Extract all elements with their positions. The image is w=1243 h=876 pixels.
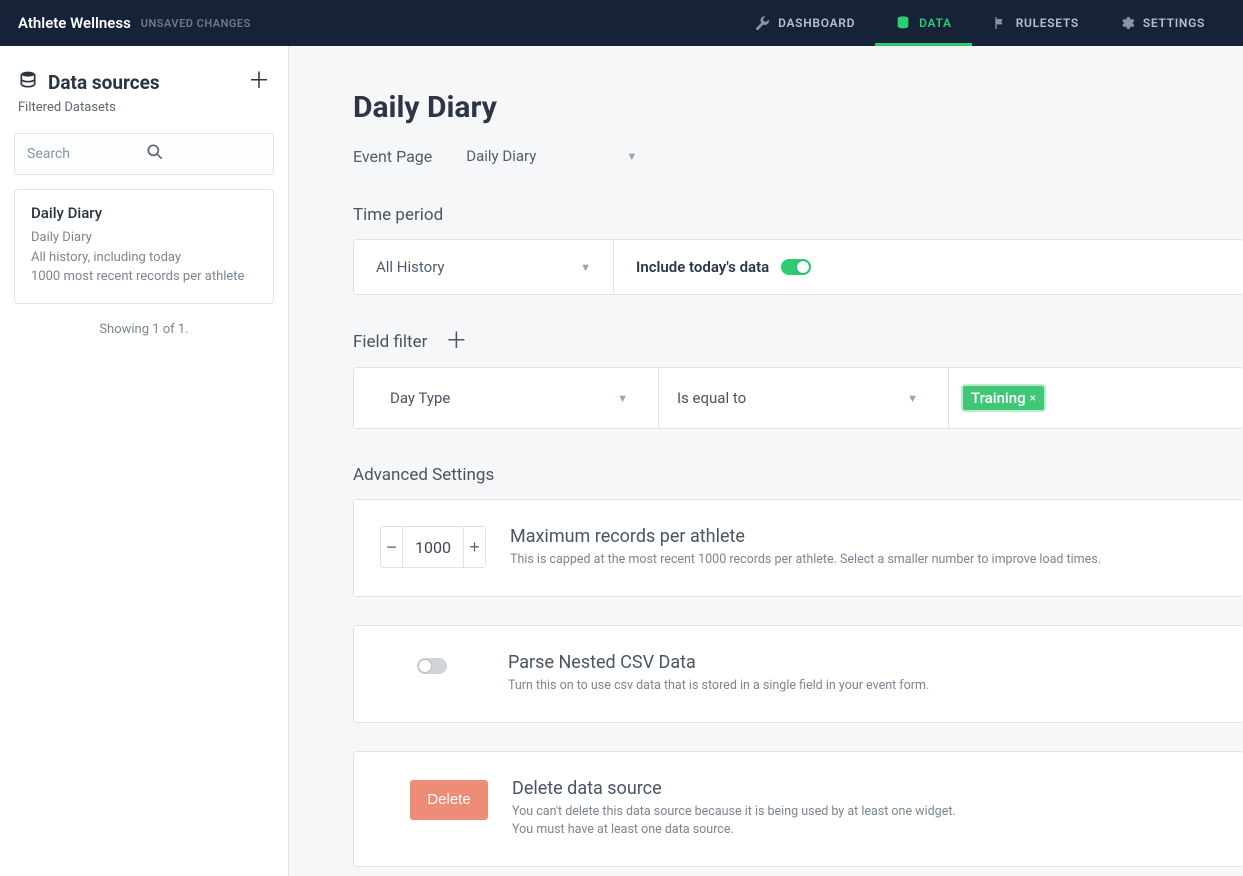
card-title: Daily Diary <box>31 204 257 222</box>
include-today-toggle[interactable] <box>781 259 811 275</box>
stepper-plus-button[interactable]: + <box>463 527 485 567</box>
section-label: Field filter <box>353 332 427 352</box>
flag-icon <box>992 15 1008 31</box>
chevron-down-icon: ▼ <box>626 150 637 163</box>
card-line: All history, including today <box>31 248 257 268</box>
section-time-period: Time period <box>353 205 1243 225</box>
delete-desc: You can't delete this data source becaus… <box>512 803 956 822</box>
search-input[interactable]: Search <box>14 133 274 175</box>
filter-value-cell[interactable]: Training × <box>949 368 1243 428</box>
nav-data[interactable]: DATA <box>875 0 972 46</box>
filter-operator-select[interactable]: Is equal to ▼ <box>659 368 949 428</box>
section-field-filter: Field filter ＋ <box>353 331 1243 353</box>
section-label: Time period <box>353 205 443 225</box>
chevron-down-icon: ▼ <box>907 392 918 405</box>
time-range-value: All History <box>376 258 445 276</box>
brand-title: Athlete Wellness <box>18 14 131 32</box>
max-records-desc: This is capped at the most recent 1000 r… <box>510 551 1101 570</box>
time-range-select[interactable]: All History ▼ <box>354 240 614 294</box>
datasource-card[interactable]: Daily Diary Daily Diary All history, inc… <box>14 189 274 304</box>
list-count: Showing 1 of 1. <box>10 304 278 355</box>
chevron-down-icon: ▼ <box>617 392 628 405</box>
section-advanced: Advanced Settings <box>353 465 1243 485</box>
card-line: 1000 most recent records per athlete <box>31 267 257 287</box>
wrench-icon <box>754 15 770 31</box>
main-panel: Daily Diary Event Page Daily Diary ▼ Tim… <box>289 46 1243 876</box>
filter-field-select[interactable]: Day Type ▼ <box>354 368 659 428</box>
delete-button[interactable]: Delete <box>410 780 488 820</box>
search-icon <box>145 142 263 166</box>
nav-label: DATA <box>919 16 952 30</box>
sidebar-title: Data sources <box>48 71 238 94</box>
gear-icon <box>1119 15 1135 31</box>
card-line: Daily Diary <box>31 228 257 248</box>
chip-label: Training <box>971 389 1026 407</box>
nav-label: SETTINGS <box>1143 16 1205 30</box>
stepper-minus-button[interactable]: − <box>381 527 403 567</box>
filter-operator-value: Is equal to <box>677 389 746 407</box>
parse-csv-title: Parse Nested CSV Data <box>508 652 929 673</box>
top-nav: Athlete Wellness UNSAVED CHANGES DASHBOA… <box>0 0 1243 46</box>
event-page-label: Event Page <box>353 147 432 166</box>
unsaved-badge: UNSAVED CHANGES <box>141 17 251 30</box>
database-icon <box>895 15 911 31</box>
delete-title: Delete data source <box>512 778 956 799</box>
sidebar-subtitle: Filtered Datasets <box>10 94 278 133</box>
nav-settings[interactable]: SETTINGS <box>1099 0 1225 46</box>
delete-desc: You must have at least one data source. <box>512 821 956 840</box>
nav-dashboard[interactable]: DASHBOARD <box>734 0 875 46</box>
nav-label: RULESETS <box>1016 16 1079 30</box>
event-page-value: Daily Diary <box>466 147 536 165</box>
section-label: Advanced Settings <box>353 465 494 485</box>
max-records-value: 1000 <box>403 527 463 567</box>
filter-value-chip[interactable]: Training × <box>963 386 1044 410</box>
nav-rulesets[interactable]: RULESETS <box>972 0 1099 46</box>
page-title: Daily Diary <box>353 90 1243 125</box>
include-today-label: Include today's data <box>636 258 769 276</box>
max-records-stepper[interactable]: − 1000 + <box>380 526 486 568</box>
include-today-row: Include today's data <box>614 240 833 294</box>
nav-label: DASHBOARD <box>778 16 855 30</box>
search-placeholder: Search <box>27 146 145 162</box>
filter-field-value: Day Type <box>390 389 450 407</box>
database-icon <box>18 70 38 94</box>
chevron-down-icon: ▼ <box>580 261 591 274</box>
max-records-title: Maximum records per athlete <box>510 526 1101 547</box>
event-page-select[interactable]: Daily Diary ▼ <box>460 143 643 169</box>
sidebar: Data sources ＋ Filtered Datasets Search … <box>0 46 289 876</box>
parse-csv-desc: Turn this on to use csv data that is sto… <box>508 677 929 696</box>
parse-csv-toggle[interactable] <box>417 658 447 674</box>
add-filter-button[interactable]: ＋ <box>445 331 467 353</box>
add-datasource-button[interactable]: ＋ <box>248 71 270 93</box>
close-icon[interactable]: × <box>1030 391 1036 405</box>
